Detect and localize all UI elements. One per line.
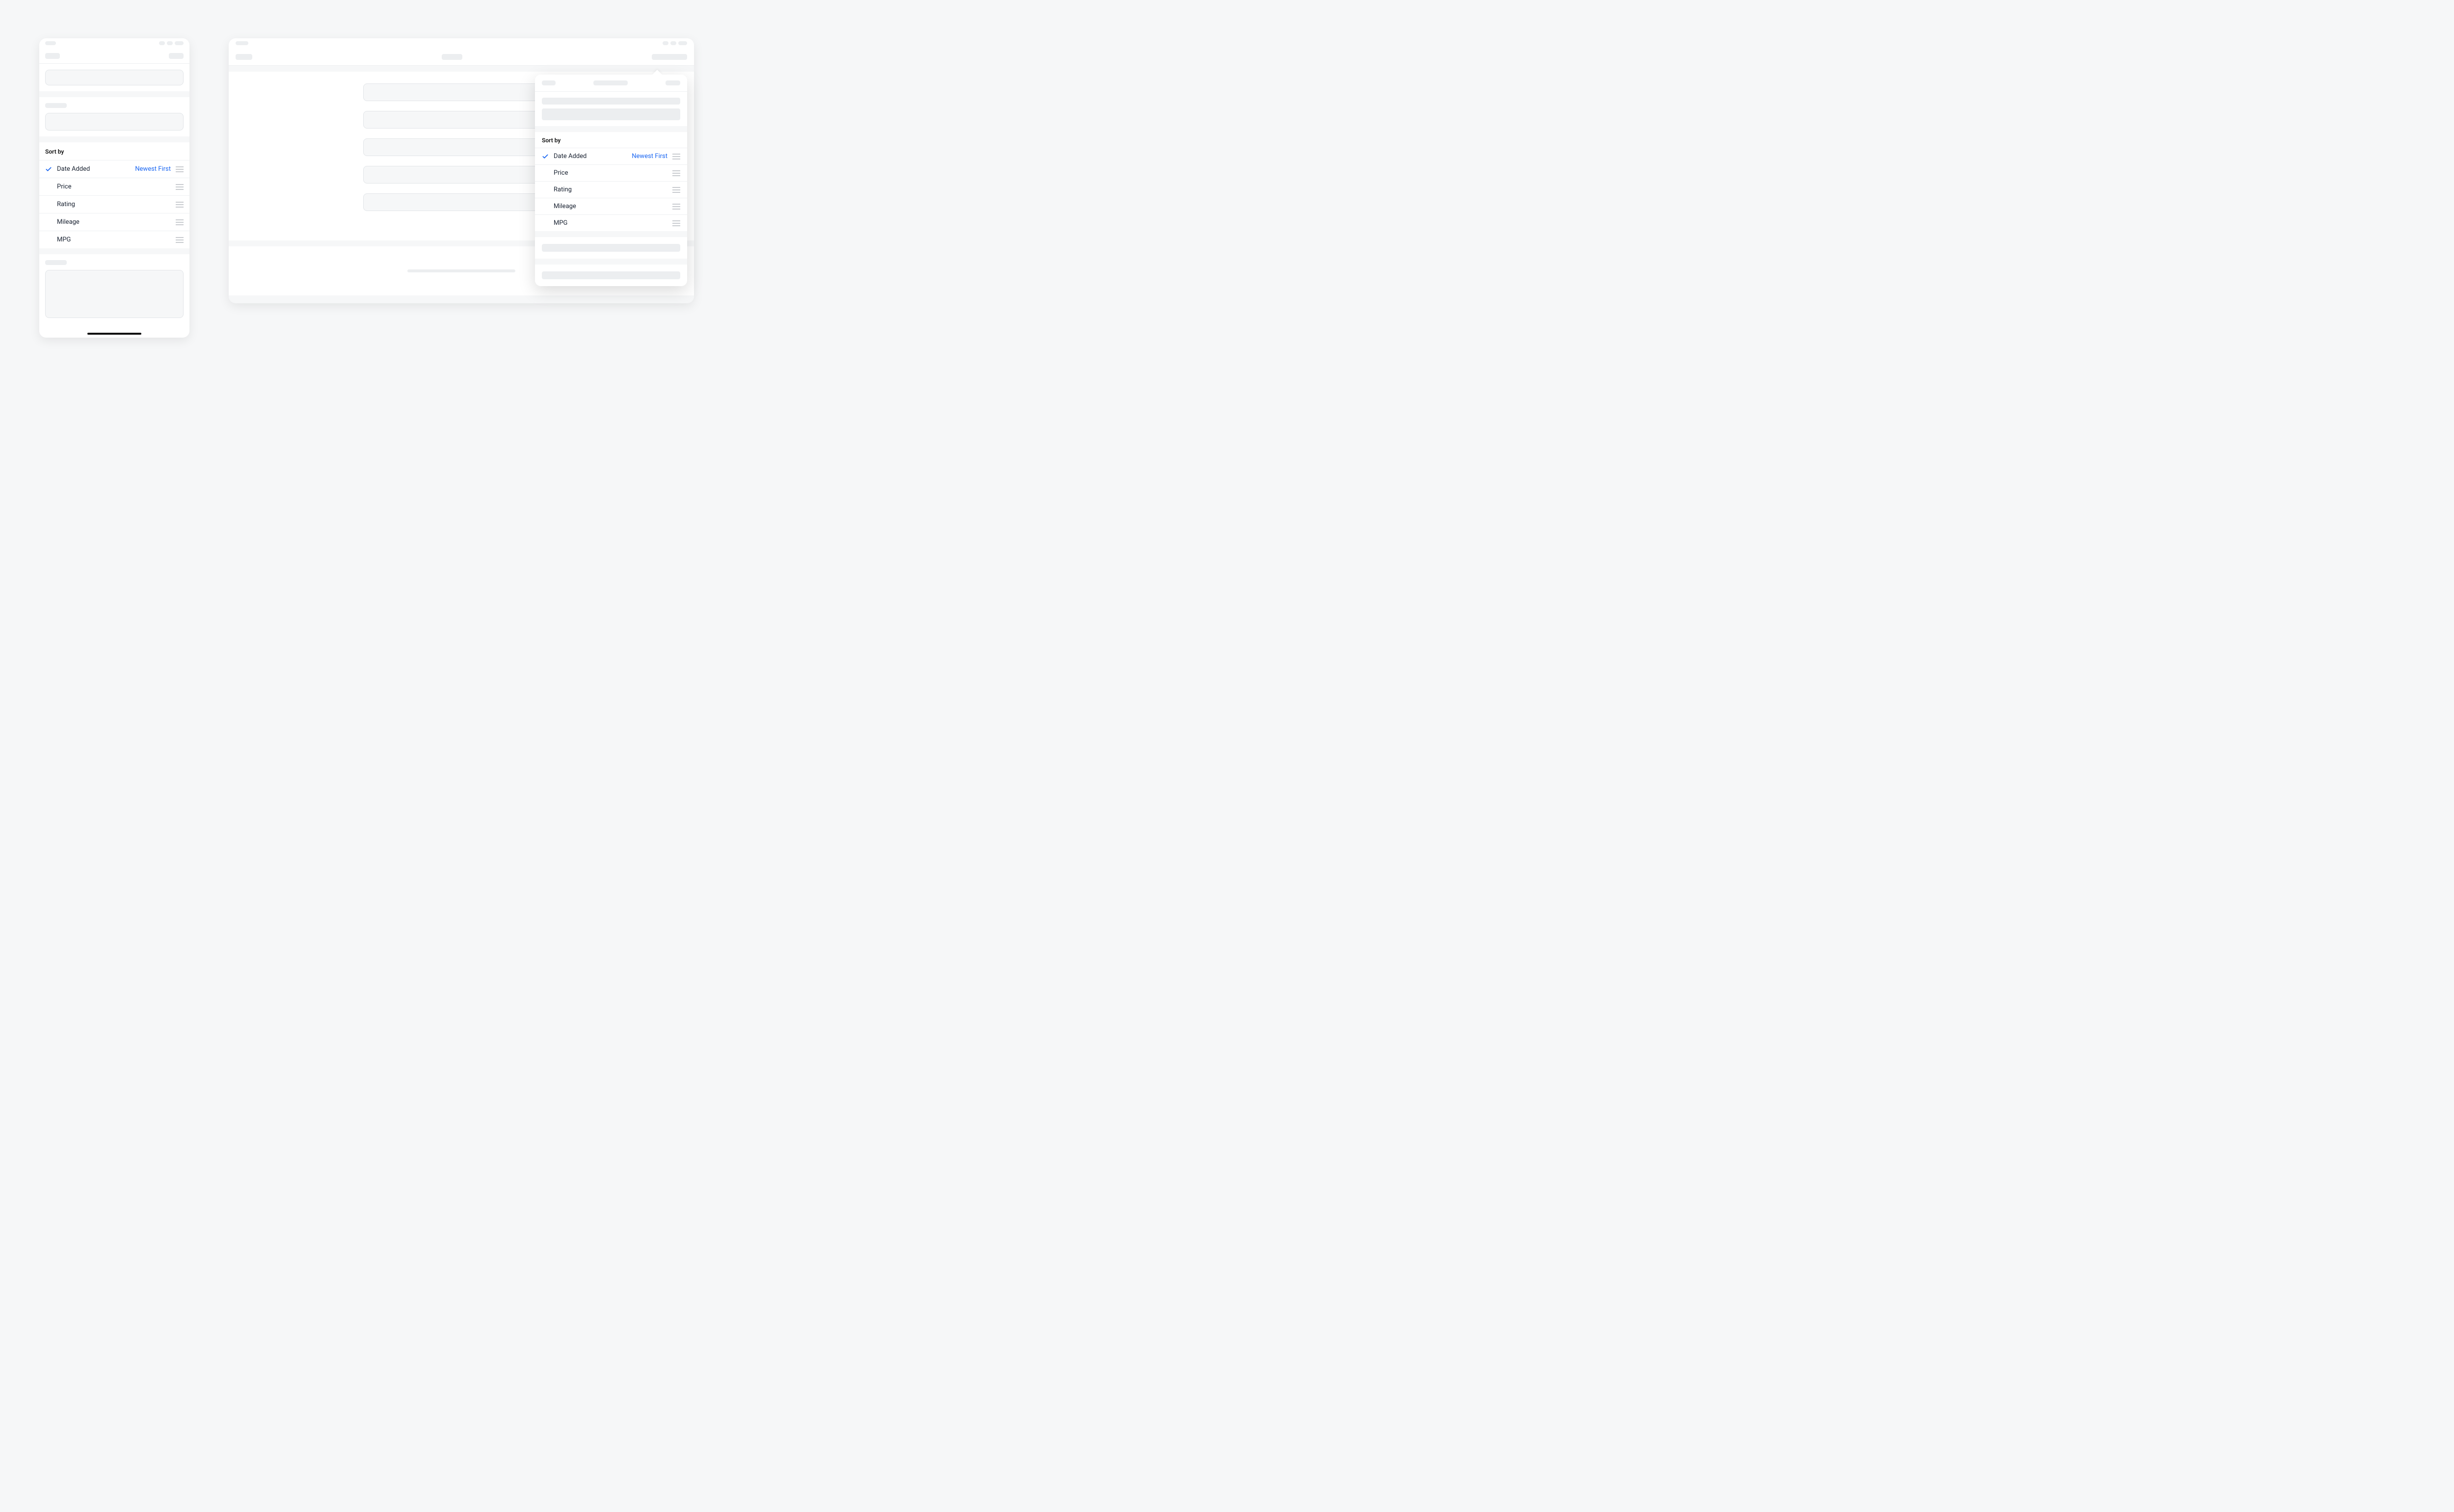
section-label-placeholder [45, 260, 67, 265]
popover-sort-option-price[interactable]: Price [535, 164, 687, 181]
drag-handle-icon[interactable] [176, 184, 184, 190]
drag-handle-icon[interactable] [672, 187, 680, 193]
wifi-icon [167, 41, 173, 45]
nav-action-placeholder [169, 53, 184, 59]
sort-option-label: Date Added [55, 165, 135, 173]
row-placeholder [542, 244, 680, 252]
sort-option-label: Rating [542, 186, 672, 193]
nav-back-placeholder [236, 54, 252, 60]
row-placeholder [542, 98, 680, 105]
battery-icon [678, 41, 687, 45]
drag-handle-icon[interactable] [176, 202, 184, 208]
check-icon [45, 166, 55, 173]
popover-sort-option-date-added[interactable]: Date Added Newest First [535, 148, 687, 164]
popover-section-3 [535, 265, 687, 286]
popover-cancel-placeholder[interactable] [542, 80, 556, 85]
tablet-mock: Sort by Date Added Newest First Price Ra… [229, 38, 694, 303]
content-row[interactable] [363, 193, 560, 211]
wifi-icon [670, 41, 676, 45]
drag-handle-icon[interactable] [176, 166, 184, 172]
phone-search-section [39, 64, 189, 91]
tablet-nav-bar [229, 48, 694, 66]
sort-popover: Sort by Date Added Newest First Price Ra… [535, 75, 687, 286]
popover-sort-option-mileage[interactable]: Mileage [535, 198, 687, 214]
drag-handle-icon[interactable] [672, 170, 680, 176]
phone-section-2 [39, 254, 189, 324]
section-textarea-placeholder[interactable] [45, 270, 184, 318]
content-row[interactable] [363, 111, 560, 129]
phone-sort-block: Sort by Date Added Newest First Price Ra… [39, 142, 189, 248]
drag-handle-icon[interactable] [672, 204, 680, 210]
nav-title-placeholder [442, 54, 462, 60]
drag-handle-icon[interactable] [176, 237, 184, 243]
sort-option-date-added[interactable]: Date Added Newest First [39, 160, 189, 178]
phone-section-1 [39, 97, 189, 136]
check-icon [542, 153, 552, 160]
sort-option-label: Mileage [542, 203, 672, 210]
sort-option-mileage[interactable]: Mileage [39, 213, 189, 231]
sort-option-label: MPG [542, 219, 672, 227]
sort-direction[interactable]: Newest First [135, 165, 171, 173]
content-row[interactable] [363, 83, 560, 101]
sort-option-label: Rating [45, 201, 176, 208]
sort-option-label: Date Added [552, 153, 632, 160]
row-placeholder [542, 271, 680, 279]
cellular-icon [159, 41, 165, 45]
drag-handle-icon[interactable] [672, 154, 680, 159]
drag-handle-icon[interactable] [176, 219, 184, 225]
popover-section-1 [535, 92, 687, 126]
sort-option-label: Price [542, 169, 672, 177]
sort-option-label: Mileage [45, 218, 176, 226]
time-placeholder [45, 41, 56, 45]
content-row[interactable] [363, 166, 560, 184]
nav-action-placeholder [652, 54, 687, 60]
sort-option-label: MPG [45, 236, 176, 243]
content-row[interactable] [363, 138, 560, 156]
home-indicator [87, 333, 141, 335]
phone-nav-bar [39, 48, 189, 64]
popover-done-placeholder[interactable] [666, 80, 680, 85]
section-label-placeholder [45, 103, 67, 108]
sort-option-rating[interactable]: Rating [39, 195, 189, 213]
row-placeholder [542, 108, 680, 120]
search-input-placeholder[interactable] [45, 70, 184, 85]
sort-option-mpg[interactable]: MPG [39, 231, 189, 248]
drag-handle-icon[interactable] [672, 220, 680, 226]
popover-title-placeholder [593, 80, 628, 85]
phone-status-bar [39, 38, 189, 48]
footer-placeholder [407, 269, 515, 272]
popover-section-2 [535, 237, 687, 259]
phone-mock: Sort by Date Added Newest First Price Ra… [39, 38, 189, 338]
sort-header: Sort by [39, 142, 189, 160]
tablet-status-bar [229, 38, 694, 48]
popover-sort-header: Sort by [535, 132, 687, 148]
cellular-icon [663, 41, 668, 45]
section-input-placeholder[interactable] [45, 113, 184, 131]
sort-option-label: Price [45, 183, 176, 190]
sort-option-price[interactable]: Price [39, 178, 189, 195]
nav-title-placeholder [45, 53, 60, 59]
time-placeholder [236, 41, 248, 45]
popover-header [535, 75, 687, 92]
popover-sort-option-rating[interactable]: Rating [535, 181, 687, 198]
battery-icon [175, 41, 184, 45]
popover-sort-option-mpg[interactable]: MPG [535, 214, 687, 231]
sort-direction[interactable]: Newest First [632, 153, 667, 160]
